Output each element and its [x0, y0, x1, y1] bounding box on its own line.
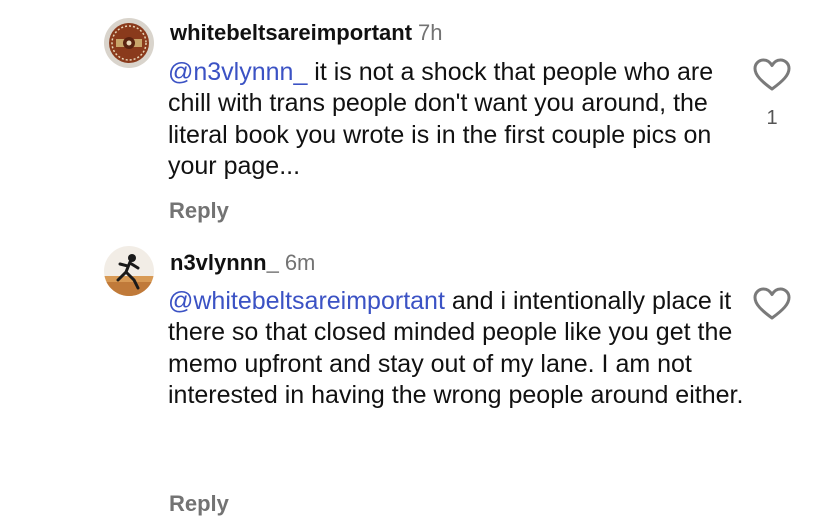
comment-text: @whitebeltsareimportant and i intentiona… — [168, 286, 748, 411]
username[interactable]: n3vlynnn_ — [170, 250, 279, 275]
person-photo-avatar-icon — [104, 246, 154, 296]
heart-icon — [753, 287, 791, 320]
comment-text: @n3vlynnn_ it is not a shock that people… — [168, 57, 748, 182]
like-count: 1 — [766, 107, 778, 129]
reply-button[interactable]: Reply — [169, 198, 229, 224]
avatar[interactable] — [104, 246, 154, 296]
heart-icon — [753, 58, 791, 91]
mention-link[interactable]: @n3vlynnn_ — [168, 58, 307, 86]
timestamp: 7h — [418, 20, 443, 45]
like-button[interactable] — [752, 57, 792, 93]
timestamp: 6m — [284, 250, 316, 275]
comment-header: n3vlynnn_ 6m — [170, 250, 315, 276]
like-button[interactable] — [752, 286, 792, 322]
coin-seal-avatar-icon — [104, 18, 154, 68]
mention-link[interactable]: @whitebeltsareimportant — [168, 287, 445, 315]
reply-button[interactable]: Reply — [169, 491, 229, 517]
username[interactable]: whitebeltsareimportant — [170, 20, 412, 45]
comment-header: whitebeltsareimportant 7h — [170, 20, 443, 46]
avatar[interactable] — [104, 18, 154, 68]
